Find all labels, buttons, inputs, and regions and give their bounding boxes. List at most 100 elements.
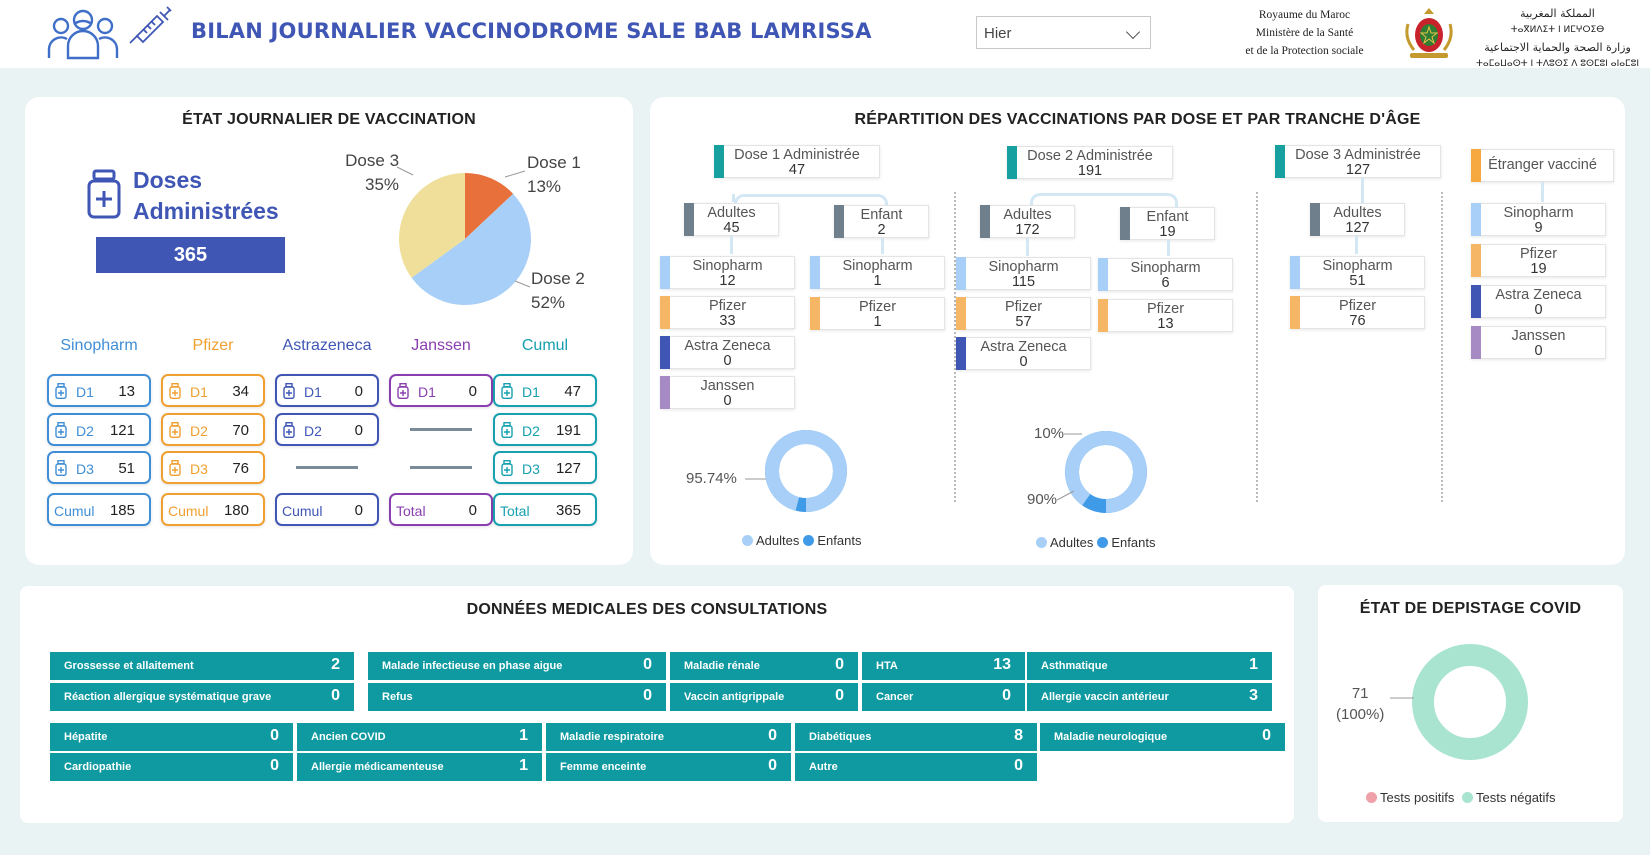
- dose1-adult-astra-zeneca[interactable]: Astra Zeneca 0: [660, 336, 795, 369]
- dose1-node[interactable]: Dose 1 Administrée 47: [714, 145, 880, 178]
- medical-cell-refus[interactable]: Refus 0: [368, 683, 666, 711]
- dose1-child-pfizer[interactable]: Pfizer 1: [810, 297, 945, 330]
- medical-cell-allergie-vaccin-antérieur[interactable]: Allergie vaccin antérieur 3: [1027, 683, 1272, 711]
- dose3-adult-pfizer[interactable]: Pfizer 76: [1290, 296, 1425, 329]
- medical-cell-cancer[interactable]: Cancer 0: [862, 683, 1025, 711]
- medical-cell-maladie-neurologique[interactable]: Maladie neurologique 0: [1040, 723, 1285, 751]
- medical-label: Allergie médicamenteuse: [311, 761, 444, 773]
- pill-sinopharm-d2[interactable]: D2 121: [47, 413, 151, 446]
- etranger-sinopharm[interactable]: Sinopharm 9: [1471, 203, 1606, 236]
- dose2-child-sinopharm[interactable]: Sinopharm 6: [1098, 258, 1233, 291]
- medical-cell-malade-infectieuse-en-phase-aigue[interactable]: Malade infectieuse en phase aigue 0: [368, 652, 666, 680]
- dose1-adult-janssen[interactable]: Janssen 0: [660, 376, 795, 409]
- etranger-astra-zeneca[interactable]: Astra Zeneca 0: [1471, 285, 1606, 318]
- legend-enfants[interactable]: Enfants: [1097, 535, 1155, 550]
- medical-cell-cardiopathie[interactable]: Cardiopathie 0: [50, 753, 293, 781]
- vaccine-header-pfizer: Pfizer: [192, 337, 234, 354]
- pill-sinopharm-d3[interactable]: D3 51: [47, 451, 151, 484]
- medical-cell-hépatite[interactable]: Hépatite 0: [50, 723, 293, 751]
- date-filter-dropdown[interactable]: Hier: [976, 16, 1151, 49]
- dose2-adult-pfizer[interactable]: Pfizer 57: [956, 297, 1091, 330]
- pill-pfizer-d3[interactable]: D3 76: [161, 451, 265, 484]
- dose-label: D2: [190, 423, 208, 439]
- pill-janssen-total[interactable]: Total 0: [389, 493, 493, 526]
- legend-positifs[interactable]: Tests positifs: [1366, 790, 1454, 805]
- dose-value: 34: [232, 383, 249, 400]
- pill-pfizer-d1[interactable]: D1 34: [161, 374, 265, 407]
- dose3-node[interactable]: Dose 3 Administrée 127: [1275, 145, 1441, 178]
- legend-adultes[interactable]: Adultes: [1036, 535, 1093, 550]
- pill-cumul-d2[interactable]: D2 191: [493, 413, 597, 446]
- medical-cell-maladie-respiratoire[interactable]: Maladie respiratoire 0: [546, 723, 791, 751]
- medical-value: 0: [768, 727, 777, 744]
- medical-cell-hta[interactable]: HTA 13: [862, 652, 1025, 680]
- legend-dot-positifs: [1366, 792, 1377, 803]
- pill-astrazeneca-d2[interactable]: D2 0: [275, 413, 379, 446]
- dose2-adultes-node[interactable]: Adultes 172: [980, 205, 1075, 238]
- dose-value: 0: [354, 422, 363, 439]
- dose1-adultes-node[interactable]: Adultes 45: [684, 203, 779, 236]
- medical-cell-ancien-covid[interactable]: Ancien COVID 1: [297, 723, 542, 751]
- medical-cell-femme-enceinte[interactable]: Femme enceinte 0: [546, 753, 791, 781]
- pill-cumul-total[interactable]: Total 365: [493, 493, 597, 526]
- node-label: Sinopharm: [1322, 258, 1393, 274]
- dose-value: 121: [109, 422, 135, 439]
- medical-value: 3: [1249, 687, 1258, 704]
- medical-label: Diabétiques: [809, 731, 872, 743]
- medical-cell-vaccin-antigrippale[interactable]: Vaccin antigrippale 0: [670, 683, 858, 711]
- medical-label: Grossesse et allaitement: [64, 660, 194, 672]
- vial-icon: [55, 460, 67, 476]
- dose2-child-pfizer[interactable]: Pfizer 13: [1098, 299, 1233, 332]
- medical-cell-maladie-rénale[interactable]: Maladie rénale 0: [670, 652, 858, 680]
- pill-astrazeneca-cumul[interactable]: Cumul 0: [275, 493, 379, 526]
- etranger-pfizer[interactable]: Pfizer 19: [1471, 244, 1606, 277]
- node-color-bar: [714, 145, 724, 178]
- medical-cell-allergie-médicamenteuse[interactable]: Allergie médicamenteuse 1: [297, 753, 542, 781]
- empty-dose-dash: [296, 466, 358, 469]
- dose1-enfant-node[interactable]: Enfant 2: [834, 205, 929, 238]
- medical-value: 0: [643, 687, 652, 704]
- medical-label: Réaction allergique systématique grave: [64, 691, 272, 703]
- dose2-adult-sinopharm[interactable]: Sinopharm 115: [956, 257, 1091, 290]
- medical-label: Allergie vaccin antérieur: [1041, 691, 1169, 703]
- pill-sinopharm-d1[interactable]: D1 13: [47, 374, 151, 407]
- tree-connector: [1167, 240, 1170, 256]
- medical-cell-grossesse-et-allaitement[interactable]: Grossesse et allaitement 2: [50, 652, 354, 680]
- etranger-node[interactable]: Étranger vacciné: [1471, 149, 1614, 182]
- legend-negatifs[interactable]: Tests négatifs: [1462, 790, 1556, 805]
- node-color-bar: [834, 205, 844, 238]
- medical-cell-asthmatique[interactable]: Asthmatique 1: [1027, 652, 1272, 680]
- donut-adultes[interactable]: [1065, 431, 1147, 513]
- dose3-adultes-node[interactable]: Adultes 127: [1310, 203, 1405, 236]
- node-label: Astra Zeneca: [684, 338, 771, 354]
- pill-sinopharm-cumul[interactable]: Cumul 185: [47, 493, 151, 526]
- pill-janssen-d1[interactable]: D1 0: [389, 374, 493, 407]
- pill-astrazeneca-d1[interactable]: D1 0: [275, 374, 379, 407]
- dose2-age-donut[interactable]: [1056, 422, 1156, 522]
- dose2-adult-astra-zeneca[interactable]: Astra Zeneca 0: [956, 337, 1091, 370]
- vial-icon: [283, 383, 295, 399]
- legend-enfants[interactable]: Enfants: [803, 533, 861, 548]
- legend-adultes[interactable]: Adultes: [742, 533, 799, 548]
- dose1-age-donut[interactable]: [756, 421, 856, 521]
- dose3-adult-sinopharm[interactable]: Sinopharm 51: [1290, 256, 1425, 289]
- dose2-enfant-node[interactable]: Enfant 19: [1120, 207, 1215, 240]
- dose1-child-sinopharm[interactable]: Sinopharm 1: [810, 256, 945, 289]
- medical-cell-réaction-allergique-systématique-grave[interactable]: Réaction allergique systématique grave 0: [50, 683, 354, 711]
- node-value: 6: [1161, 275, 1170, 291]
- medical-cell-diabétiques[interactable]: Diabétiques 8: [795, 723, 1037, 751]
- vaccine-header-astrazeneca: Astrazeneca: [282, 337, 372, 354]
- dose2-donut-label-adultes: 90%: [1027, 491, 1058, 508]
- medical-cell-autre[interactable]: Autre 0: [795, 753, 1037, 781]
- etranger-janssen[interactable]: Janssen 0: [1471, 326, 1606, 359]
- donut-adultes[interactable]: [765, 430, 847, 512]
- pill-pfizer-d2[interactable]: D2 70: [161, 413, 265, 446]
- dose2-node[interactable]: Dose 2 Administrée 191: [1007, 146, 1173, 179]
- pill-pfizer-cumul[interactable]: Cumul 180: [161, 493, 265, 526]
- node-value: 0: [1534, 343, 1543, 359]
- medical-label: HTA: [876, 660, 898, 672]
- dose1-adult-sinopharm[interactable]: Sinopharm 12: [660, 256, 795, 289]
- dose1-adult-pfizer[interactable]: Pfizer 33: [660, 296, 795, 329]
- pill-cumul-d3[interactable]: D3 127: [493, 451, 597, 484]
- pill-cumul-d1[interactable]: D1 47: [493, 374, 597, 407]
